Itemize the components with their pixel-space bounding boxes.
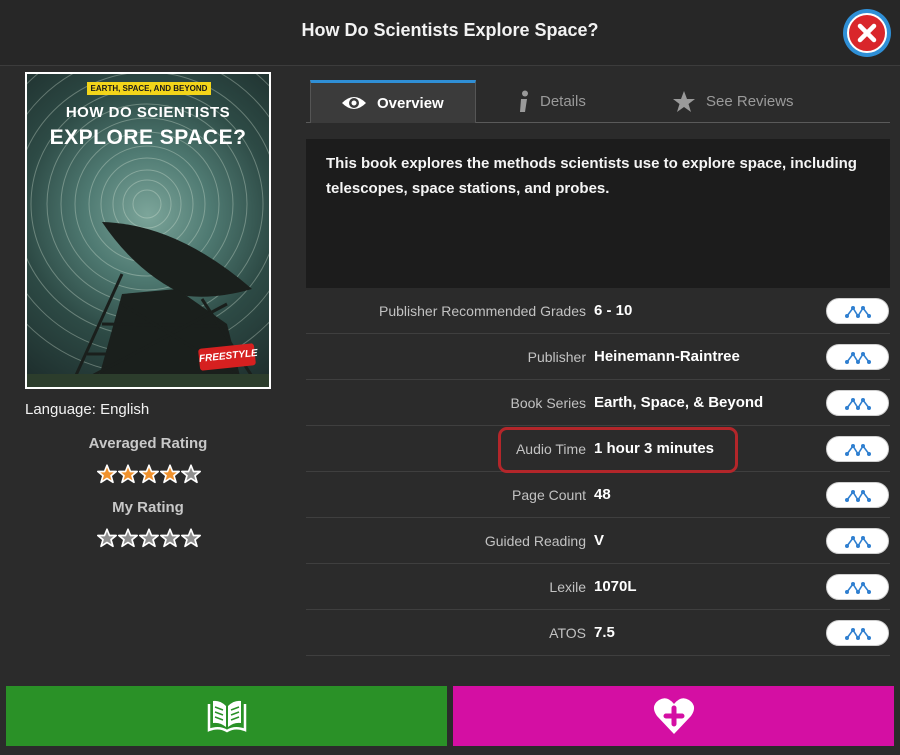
read-book-button[interactable] [6,686,447,746]
detail-value: 7.5 [594,624,615,641]
my-rating-label: My Rating [112,499,184,516]
connected-nodes-icon [845,352,871,364]
averaged-rating-label: Averaged Rating [88,435,208,452]
cover-title-line1: HOW DO SCIENTISTS [65,104,231,121]
connected-nodes-icon [845,444,871,456]
book-cover: EARTH, SPACE, AND BEYOND HOW DO SCIENTIS… [25,72,271,389]
related-search-button[interactable] [826,574,889,600]
book-details-dialog: How Do Scientists Explore Space? EARTH, … [0,0,900,755]
audio-time-highlight [498,427,738,473]
related-search-button[interactable] [826,620,889,646]
related-search-button[interactable] [826,344,889,370]
detail-label: Lexile [549,579,586,595]
detail-label: Guided Reading [484,533,586,549]
open-book-icon [207,700,246,733]
heart-plus-icon [653,698,694,734]
detail-row: Guided Reading V [306,518,890,564]
empty-star-icon [181,528,201,548]
tab-bar: Overview Details See Reviews [306,80,890,123]
detail-value: Heinemann-Raintree [594,348,740,365]
detail-value: 6 - 10 [594,302,633,319]
connected-nodes-icon [845,490,871,502]
tab-see-reviews-label: See Reviews [706,93,794,110]
detail-label: Page Count [512,487,586,503]
detail-row: Publisher Heinemann-Raintree [306,334,890,380]
info-icon [520,90,528,112]
related-search-button[interactable] [826,482,889,508]
detail-label: Publisher Recommended Grades [379,303,586,319]
dialog-header: How Do Scientists Explore Space? [0,0,900,66]
filled-star-icon [160,464,180,484]
filled-star-icon [97,464,117,484]
empty-star-icon [118,528,138,548]
cover-title-line2: EXPLORE SPACE? [49,126,247,149]
close-icon [847,13,887,53]
detail-row: Lexile 1070L [306,564,890,610]
connected-nodes-icon [845,306,871,318]
detail-row: Page Count 48 [306,472,890,518]
language-label: Language: English [25,401,150,418]
related-search-button[interactable] [826,298,889,324]
tab-overview[interactable]: Overview [310,80,476,123]
connected-nodes-icon [845,398,871,410]
detail-label: Publisher [527,349,586,365]
detail-label: Book Series [510,395,586,411]
tab-details-label: Details [540,93,586,110]
detail-value: 48 [594,486,611,503]
averaged-rating-stars [97,464,201,484]
connected-nodes-icon [845,536,871,548]
close-button[interactable] [843,9,891,57]
star-icon [673,90,695,112]
dialog-title: How Do Scientists Explore Space? [301,20,599,40]
filled-star-icon [118,464,138,484]
related-search-button[interactable] [826,528,889,554]
tab-see-reviews[interactable]: See Reviews [672,80,794,123]
eye-icon [342,97,366,109]
book-description: This book explores the methods scientist… [306,139,890,288]
detail-value: Earth, Space, & Beyond [594,394,764,411]
detail-value: V [594,532,605,549]
tab-overview-label: Overview [377,94,444,112]
detail-label: ATOS [549,625,586,641]
related-search-button[interactable] [826,390,889,416]
empty-star-icon [181,464,201,484]
detail-value: 1070L [594,578,637,595]
empty-star-icon [160,528,180,548]
detail-row: Book Series Earth, Space, & Beyond [306,380,890,426]
my-rating-stars[interactable] [97,528,201,548]
connected-nodes-icon [845,628,871,640]
add-favorite-button[interactable] [453,686,894,746]
cover-series-banner: EARTH, SPACE, AND BEYOND [87,82,211,95]
empty-star-icon [139,528,159,548]
related-search-button[interactable] [826,436,889,462]
filled-star-icon [139,464,159,484]
tab-details[interactable]: Details [518,80,586,123]
detail-row: ATOS 7.5 [306,610,890,656]
empty-star-icon [97,528,117,548]
detail-row: Publisher Recommended Grades 6 - 10 [306,288,890,334]
connected-nodes-icon [845,582,871,594]
